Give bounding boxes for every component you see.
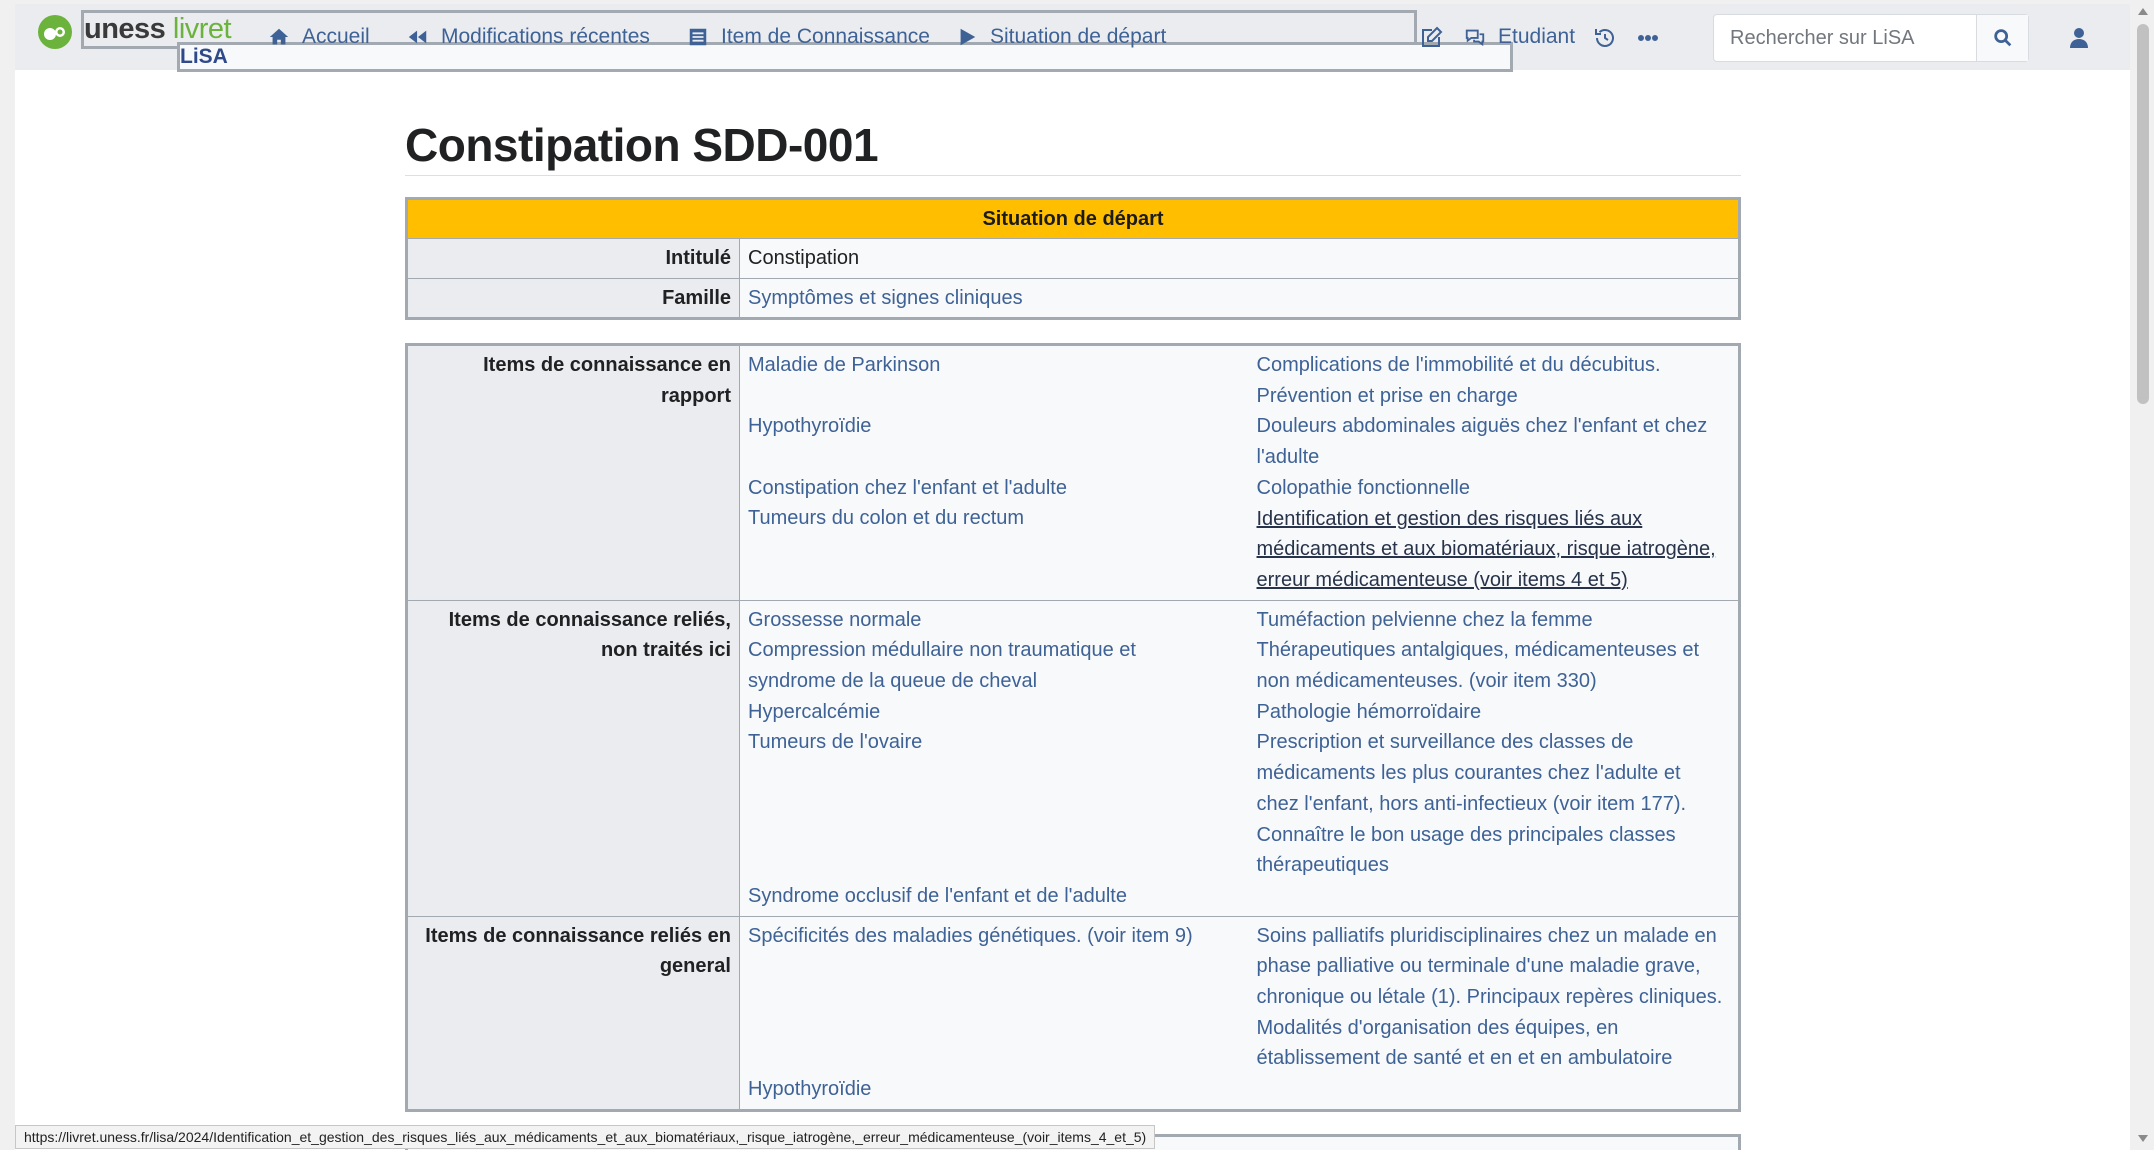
search-icon [1993,29,2011,47]
item-link-compression[interactable]: Compression médullaire non traumatique e… [748,635,1241,696]
item-link-soins-palliatifs[interactable]: Soins palliatifs pluridisciplinaires che… [1257,921,1731,1075]
logo-text-livret: livret [172,13,232,45]
item-link[interactable]: Syndrome occlusif de l'enfant et de l'ad… [748,881,1241,912]
nav-recent-label: Modifications récentes [441,25,650,48]
edit-icon [1422,26,1443,47]
item-link[interactable]: Hypothyroïdie [748,1074,1241,1105]
user-role-menu[interactable]: Etudiant [1464,4,1575,70]
table-row: Intitulé Constipation [406,238,1740,279]
edit-button[interactable] [1418,25,1444,51]
logo-text-uness: uness [84,13,166,45]
search-input[interactable] [1714,15,1976,61]
famille-link[interactable]: Symptômes et signes cliniques [748,287,1023,309]
scroll-up-arrow-icon[interactable] [2138,8,2148,15]
scrollbar-thumb[interactable] [2137,24,2149,404]
item-link[interactable]: Spécificités des maladies génétiques. (v… [748,921,1241,952]
item-link-prescription[interactable]: Prescription et surveillance des classes… [1257,727,1731,819]
title-divider [405,175,1741,176]
section-label: general [659,955,731,978]
item-link-iatrogene-hovered[interactable]: Identification et gestion des risques li… [1257,504,1731,596]
item-link-antalgiques[interactable]: Thérapeutiques antalgiques, médicamenteu… [1257,635,1731,696]
user-role-label: Etudiant [1498,25,1576,48]
situation-summary-table: Situation de départ Intitulé Constipatio… [405,197,1741,320]
vertical-scrollbar[interactable] [2132,0,2154,1150]
item-link-douleurs[interactable]: Douleurs abdominales aiguës chez l'enfan… [1257,411,1731,472]
items-section-non-traites: Items de connaissance reliés, non traité… [406,599,1740,917]
nav-situation-label: Situation de départ [990,25,1167,48]
section-label: non traités ici [600,639,731,662]
discussion-icon [1465,29,1485,47]
rewind-icon [408,30,427,44]
search-box [1713,14,2029,62]
row-value-intitule: Constipation [739,238,1740,279]
item-link[interactable]: Tumeurs du colon et du rectum [748,503,1241,534]
top-navbar: uness livret LiSA Accueil Modifications … [15,4,2130,72]
item-link[interactable]: Constipation chez l'enfant et l'adulte [748,473,1241,504]
page-title: Constipation SDD-001 [405,119,879,171]
item-link[interactable]: Hypercalcémie [748,697,1241,728]
nav-recent-changes[interactable]: Modifications récentes [407,4,650,70]
list-icon [689,28,707,46]
section-label: Items de connaissance reliés en [425,924,731,947]
item-link[interactable]: Pathologie hémorroïdaire [1257,697,1731,728]
item-link-bon-usage[interactable]: Connaître le bon usage des principales c… [1257,820,1731,881]
user-icon [2070,28,2088,48]
more-button[interactable] [1635,25,1661,51]
table-row: Famille Symptômes et signes cliniques [406,278,1740,319]
items-section-general: Items de connaissance reliés en general … [406,915,1740,1111]
history-button[interactable] [1592,25,1618,51]
user-menu-button[interactable] [2066,25,2092,51]
section-label: rapport [661,384,731,407]
item-link-colopathie[interactable]: Colopathie fonctionnelle [1257,473,1731,504]
item-link[interactable]: Tumeurs de l'ovaire [748,727,1241,758]
item-link[interactable]: Grossesse normale [748,605,1241,636]
nav-situation-depart[interactable]: Situation de départ [956,4,1166,70]
item-link[interactable]: Tuméfaction pelvienne chez la femme [1257,605,1731,636]
summary-header: Situation de départ [406,198,1740,239]
item-link[interactable]: Maladie de Parkinson [748,350,1241,381]
nav-home-label: Accueil [302,25,370,48]
section-label: Items de connaissance en [483,354,731,376]
nav-home[interactable]: Accueil [268,4,370,70]
row-label-intitule: Intitulé [406,238,740,279]
section-label: Items de connaissance reliés, [448,608,731,631]
more-dots-icon [1638,35,1658,41]
uness-logo-icon [38,15,72,49]
search-button[interactable] [1976,15,2028,61]
item-link-immobilite[interactable]: Complications de l'immobilité et du décu… [1257,350,1731,411]
items-section-rapport: Items de connaissance en rapport Maladie… [406,344,1740,601]
link-status-bar: https://livret.uness.fr/lisa/2024/Identi… [15,1125,1156,1149]
item-link[interactable]: Hypothyroïdie [748,411,1241,442]
nav-item-label: Item de Connaissance [721,25,930,48]
history-icon [1595,29,1614,47]
row-label-famille: Famille [406,278,740,319]
home-icon [269,28,289,45]
scroll-down-arrow-icon[interactable] [2138,1135,2148,1142]
site-logo[interactable]: uness livret LiSA [37,8,1513,72]
nav-item-connaissance[interactable]: Item de Connaissance [687,4,930,70]
play-icon [960,28,976,46]
items-table: Items de connaissance en rapport Maladie… [405,343,1741,1112]
